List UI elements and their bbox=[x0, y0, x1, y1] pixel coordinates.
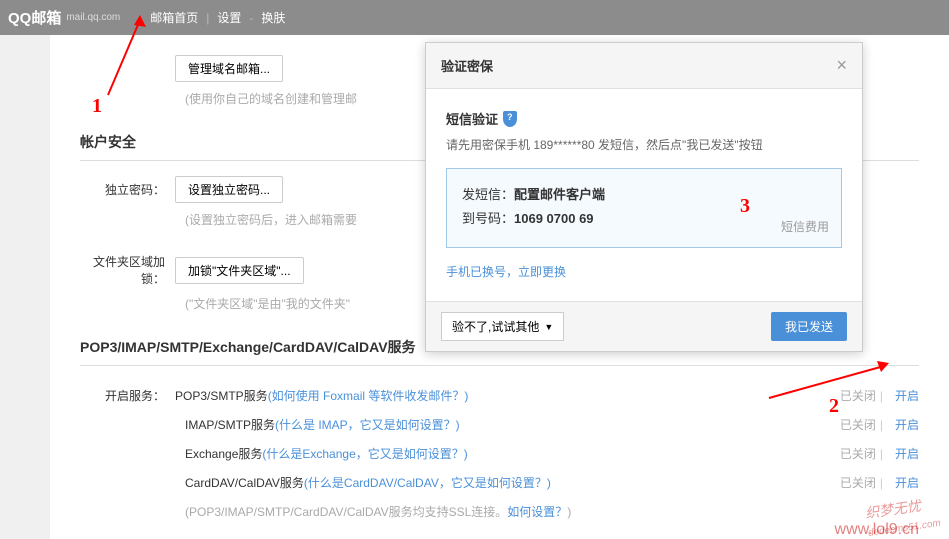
annotation-number-3: 3 bbox=[740, 195, 750, 218]
services-label: 开启服务： bbox=[80, 387, 175, 404]
nav-links: 邮箱首页 | 设置 - 换肤 bbox=[150, 9, 285, 26]
sms-title: 短信验证 bbox=[446, 109, 498, 128]
service-name: Exchange服务 bbox=[185, 445, 262, 462]
nav-home[interactable]: 邮箱首页 bbox=[150, 9, 198, 26]
service-name: POP3/SMTP服务 bbox=[175, 387, 268, 404]
nav-skin[interactable]: 换肤 bbox=[261, 9, 285, 26]
logo: QQ邮箱 bbox=[8, 7, 61, 28]
service-status: 已关闭 bbox=[840, 389, 876, 403]
service-row: Exchange服务 (什么是Exchange，它又是如何设置？)已关闭|开启 bbox=[80, 439, 919, 468]
sent-button[interactable]: 我已发送 bbox=[771, 312, 847, 341]
service-row: IMAP/SMTP服务 (什么是 IMAP，它又是如何设置？)已关闭|开启 bbox=[80, 410, 919, 439]
service-help-link[interactable]: (如何使用 Foxmail 等软件收发邮件？) bbox=[268, 387, 469, 404]
sms-fee-link[interactable]: 短信费用 bbox=[781, 218, 829, 235]
nav-sep: | bbox=[206, 11, 209, 25]
services-footer-hint: (POP3/IMAP/SMTP/CardDAV/CalDAV服务均支持SSL连接… bbox=[185, 503, 507, 520]
close-icon[interactable]: × bbox=[836, 55, 847, 76]
logo-subtitle: mail.qq.com bbox=[66, 12, 120, 23]
services-footer-end: ) bbox=[567, 505, 571, 519]
service-help-link[interactable]: (什么是 IMAP，它又是如何设置？) bbox=[275, 416, 460, 433]
modal-footer: 验不了,试试其他 ▼ 我已发送 bbox=[426, 301, 862, 351]
service-open-link[interactable]: 开启 bbox=[895, 447, 919, 461]
service-help-link[interactable]: (什么是CardDAV/CalDAV，它又是如何设置？) bbox=[304, 474, 551, 491]
service-name: IMAP/SMTP服务 bbox=[185, 416, 275, 433]
services-section: POP3/IMAP/SMTP/Exchange/CardDAV/CalDAV服务… bbox=[80, 337, 919, 526]
sms-title-row: 短信验证 bbox=[446, 109, 842, 128]
verify-modal: 验证密保 × 短信验证 请先用密保手机 189******80 发短信，然后点"… bbox=[425, 42, 863, 352]
sms-send-line: 发短信：配置邮件客户端 bbox=[462, 184, 826, 203]
nav-settings[interactable]: 设置 bbox=[217, 9, 241, 26]
service-open-link[interactable]: 开启 bbox=[895, 418, 919, 432]
service-status: 已关闭 bbox=[840, 447, 876, 461]
manage-domain-button[interactable]: 管理域名邮箱... bbox=[175, 55, 283, 82]
annotation-number-2: 2 bbox=[829, 395, 839, 418]
service-status: 已关闭 bbox=[840, 476, 876, 490]
watermark-url: www.lol9.cn bbox=[835, 521, 919, 539]
app-header: QQ邮箱 mail.qq.com 邮箱首页 | 设置 - 换肤 bbox=[0, 0, 949, 35]
lock-label: 文件夹区域加锁： bbox=[80, 253, 175, 287]
pwd-label: 独立密码： bbox=[80, 181, 175, 198]
shield-icon bbox=[503, 111, 517, 127]
service-open-link[interactable]: 开启 bbox=[895, 476, 919, 490]
service-name: CardDAV/CalDAV服务 bbox=[185, 474, 304, 491]
set-password-button[interactable]: 设置独立密码... bbox=[175, 176, 283, 203]
try-other-button[interactable]: 验不了,试试其他 ▼ bbox=[441, 312, 564, 341]
annotation-number-1: 1 bbox=[92, 95, 102, 118]
sms-hint: 请先用密保手机 189******80 发短信，然后点"我已发送"按钮 bbox=[446, 136, 842, 153]
service-status: 已关闭 bbox=[840, 418, 876, 432]
change-phone-link[interactable]: 手机已换号，立即更换 bbox=[446, 263, 566, 280]
modal-header: 验证密保 × bbox=[426, 43, 862, 89]
service-row: 开启服务：POP3/SMTP服务 (如何使用 Foxmail 等软件收发邮件？)… bbox=[80, 381, 919, 410]
chevron-down-icon: ▼ bbox=[544, 322, 553, 332]
modal-body: 短信验证 请先用密保手机 189******80 发短信，然后点"我已发送"按钮… bbox=[426, 89, 862, 301]
service-help-link[interactable]: (什么是Exchange，它又是如何设置？) bbox=[262, 445, 467, 462]
sms-box: 发短信：配置邮件客户端 到号码：1069 0700 69 短信费用 bbox=[446, 168, 842, 248]
modal-title: 验证密保 bbox=[441, 56, 493, 75]
service-row: CardDAV/CalDAV服务 (什么是CardDAV/CalDAV，它又是如… bbox=[80, 468, 919, 497]
lock-folder-button[interactable]: 加锁"文件夹区域"... bbox=[175, 257, 304, 284]
nav-sep: - bbox=[249, 11, 253, 25]
services-footer-link[interactable]: 如何设置？ bbox=[507, 503, 567, 520]
sms-to-line: 到号码：1069 0700 69 bbox=[462, 208, 826, 227]
service-open-link[interactable]: 开启 bbox=[895, 389, 919, 403]
